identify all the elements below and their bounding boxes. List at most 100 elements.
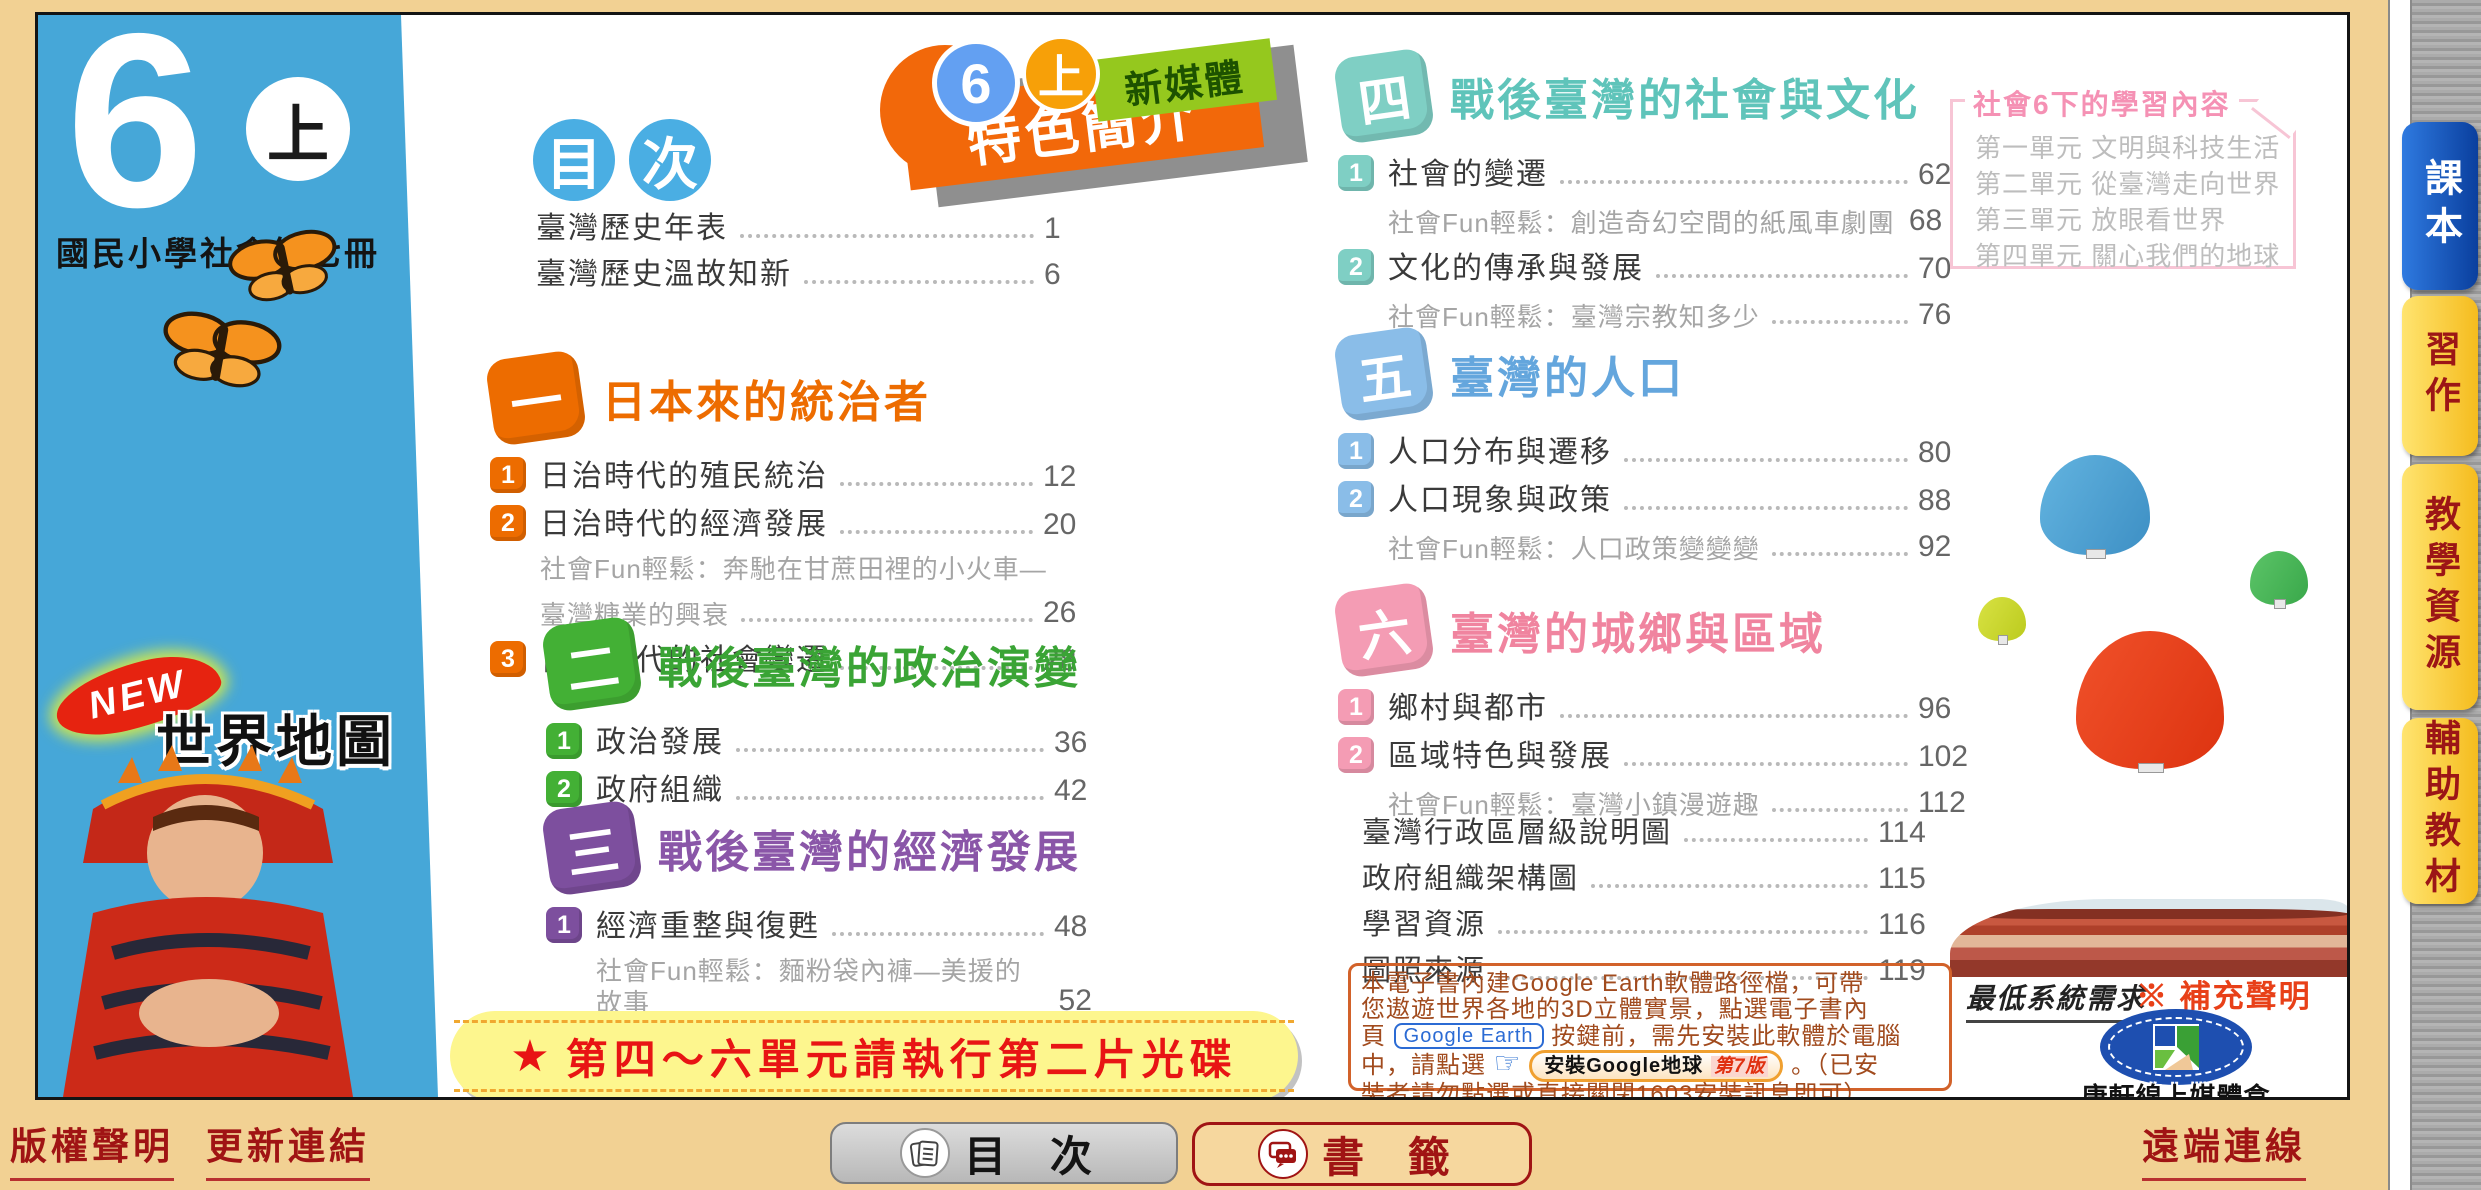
tab-textbook[interactable]: 課本	[2402, 122, 2478, 290]
notice-text: 裝者請勿點選或直接關閉1603安裝訊息即可）	[1361, 1081, 1868, 1100]
item-label: 日治時代的經濟發展	[540, 507, 828, 543]
toc-row[interactable]: 1 人口分布與遷移 80	[1338, 433, 1990, 471]
unit-title: 日本來的統治者	[602, 366, 931, 430]
next-semester-item: 第一單元 文明與科技生活	[1975, 130, 2285, 166]
item-label: 臺灣歷史溫故知新	[536, 257, 792, 293]
unit-badge: 一	[484, 349, 587, 447]
toc-sub-row[interactable]: 社會Fun輕鬆：臺灣宗教知多少 76	[1338, 297, 1990, 333]
unit-header: 四 戰後臺灣的社會與文化	[1338, 53, 1990, 139]
toc-row[interactable]: 臺灣歷史年表 1	[536, 211, 1116, 247]
sky-lantern-yellow	[1978, 597, 2026, 641]
toc-unit-6: 六 臺灣的城鄉與區域 1 鄉村與都市 96 2 區域特色與發展 102 社會Fu…	[1338, 587, 1990, 831]
dotted-leader	[832, 932, 1044, 936]
badge-grade: 6	[932, 39, 1020, 127]
toc-row[interactable]: 1 鄉村與都市 96	[1338, 689, 1990, 727]
dotted-leader	[840, 482, 1033, 486]
min-requirements-link[interactable]: 最低系統需求	[1966, 977, 2146, 1023]
temple-photo	[1950, 899, 2348, 977]
item-label: 社會Fun輕鬆：麵粉袋內褲—美援的故事	[596, 955, 1045, 1019]
toc-row[interactable]: 政府組織架構圖 115	[1362, 861, 1950, 897]
toc-row[interactable]: 臺灣行政區層級說明圖 114	[1362, 815, 1950, 851]
install-version: 第7版	[1711, 1056, 1769, 1077]
pages-icon	[900, 1128, 950, 1178]
toc-row[interactable]: 2 文化的傳承與發展 70	[1338, 249, 1990, 287]
install-google-earth-button[interactable]: 安裝Google地球 第7版	[1529, 1050, 1783, 1082]
update-link[interactable]: 更新連結	[206, 1116, 370, 1181]
item-number: 1	[546, 907, 582, 943]
bookmark-chat-icon	[1258, 1129, 1308, 1179]
toc-row[interactable]: 臺灣歷史溫故知新 6	[536, 257, 1116, 293]
tab-auxiliary-materials[interactable]: 輔助教材	[2402, 718, 2478, 904]
unit-badge: 二	[540, 615, 643, 713]
butterfly-icon	[226, 227, 344, 309]
toc-button[interactable]: 目 次	[830, 1122, 1178, 1184]
dotted-leader	[1656, 274, 1908, 278]
item-page: 92	[1918, 529, 1990, 565]
cover-panel: 6 上 國民小學社會第七冊	[38, 15, 478, 1097]
person-left	[63, 745, 353, 1097]
dotted-leader	[840, 530, 1033, 534]
toc-row[interactable]: 1 政治發展 36	[546, 723, 1126, 761]
copyright-link[interactable]: 版權聲明	[10, 1116, 174, 1181]
item-number: 1	[546, 723, 582, 759]
media-box-label: 康軒線上媒體盒	[2056, 1077, 2296, 1100]
notice-text: 本電子書內建Google Earth軟體路徑檔，可帶	[1361, 970, 1864, 997]
item-page: 96	[1918, 691, 1990, 727]
bookmark-button[interactable]: 書 籤	[1192, 1122, 1532, 1186]
toc-heading-char: 目	[533, 119, 615, 201]
tab-teaching-resources[interactable]: 教學資源	[2402, 464, 2478, 710]
item-number: 1	[1338, 689, 1374, 725]
next-semester-item: 第三單元 放眼看世界	[1975, 202, 2285, 238]
item-label: 日治時代的殖民統治	[540, 459, 828, 495]
toc-sub-row[interactable]: 社會Fun輕鬆：奔馳在甘蔗田裡的小火車—	[490, 553, 1115, 585]
toc-unit-4: 四 戰後臺灣的社會與文化 1 社會的變遷 62 社會Fun輕鬆：創造奇幻空間的紙…	[1338, 53, 1990, 343]
item-label: 社會Fun輕鬆：臺灣宗教知多少	[1388, 301, 1760, 333]
next-semester-item: 第二單元 從臺灣走向世界	[1975, 166, 2285, 202]
unit-title: 臺灣的城鄉與區域	[1450, 598, 1826, 662]
toc-sub-row[interactable]: 社會Fun輕鬆：人口政策變變變 92	[1338, 529, 1990, 565]
toc-unit-2: 二 戰後臺灣的政治演變 1 政治發展 36 2 政府組織 42	[546, 621, 1126, 819]
toc-row[interactable]: 2 人口現象與政策 88	[1338, 481, 1990, 519]
google-earth-button[interactable]: Google Earth	[1394, 1023, 1544, 1049]
tab-workbook[interactable]: 習作	[2402, 296, 2478, 456]
toc-sub-row[interactable]: 社會Fun輕鬆：創造奇幻空間的紙風車劇團 68	[1338, 203, 1990, 239]
unit-header: 六 臺灣的城鄉與區域	[1338, 587, 1990, 673]
badge-semester: 上	[1022, 35, 1100, 113]
book-page: 6 上 國民小學社會第七冊	[35, 12, 2350, 1100]
item-label: 社會Fun輕鬆：人口政策變變變	[1388, 533, 1760, 565]
item-page: 36	[1054, 725, 1126, 761]
item-label: 人口分布與遷移	[1388, 435, 1612, 471]
bookmark-button-label: 書 籤	[1322, 1124, 1466, 1185]
notice-text: 頁	[1361, 1023, 1386, 1050]
item-label: 社會Fun輕鬆：創造奇幻空間的紙風車劇團	[1388, 207, 1895, 239]
dotted-leader	[1772, 552, 1908, 556]
dotted-leader	[804, 280, 1034, 284]
item-number: 2	[1338, 481, 1374, 517]
notice-text: 按鍵前，需先安裝此軟體於電腦	[1551, 1023, 1901, 1050]
item-page: 42	[1054, 773, 1126, 809]
notice-text: 中，請點選	[1361, 1052, 1486, 1079]
item-page: 1	[1044, 211, 1116, 247]
item-number: 1	[490, 457, 526, 493]
toc-row[interactable]: 1 社會的變遷 62	[1338, 155, 1990, 193]
item-page: 20	[1043, 507, 1115, 543]
toc-row[interactable]: 2 日治時代的經濟發展 20	[490, 505, 1115, 543]
item-number: 2	[1338, 737, 1374, 773]
item-number: 2	[1338, 249, 1374, 285]
notice-text: 。（已安	[1791, 1052, 1879, 1079]
item-number: 1	[1338, 433, 1374, 469]
banner-text: 第四～六單元請執行第二片光碟	[566, 1026, 1238, 1087]
sky-lantern-green	[2250, 551, 2308, 605]
toc-front-list: 臺灣歷史年表 1 臺灣歷史溫故知新 6	[536, 211, 1116, 303]
toc-row[interactable]: 1 經濟重整與復甦 48	[546, 907, 1126, 945]
toc-unit-5: 五 臺灣的人口 1 人口分布與遷移 80 2 人口現象與政策 88 社會Fun輕…	[1338, 331, 1990, 575]
media-box-logo[interactable]	[2100, 1009, 2252, 1085]
semester-label: 上	[267, 84, 329, 174]
remote-connection-link[interactable]: 遠端連線	[2142, 1116, 2306, 1181]
item-page: 6	[1044, 257, 1116, 293]
toc-row[interactable]: 2 政府組織 42	[546, 771, 1126, 809]
toc-sub-row[interactable]: 社會Fun輕鬆：麵粉袋內褲—美援的故事 52	[546, 955, 1126, 1019]
toc-row[interactable]: 1 日治時代的殖民統治 12	[490, 457, 1115, 495]
toc-row[interactable]: 2 區域特色與發展 102	[1338, 737, 1990, 775]
toc-row[interactable]: 學習資源 116	[1362, 907, 1950, 943]
